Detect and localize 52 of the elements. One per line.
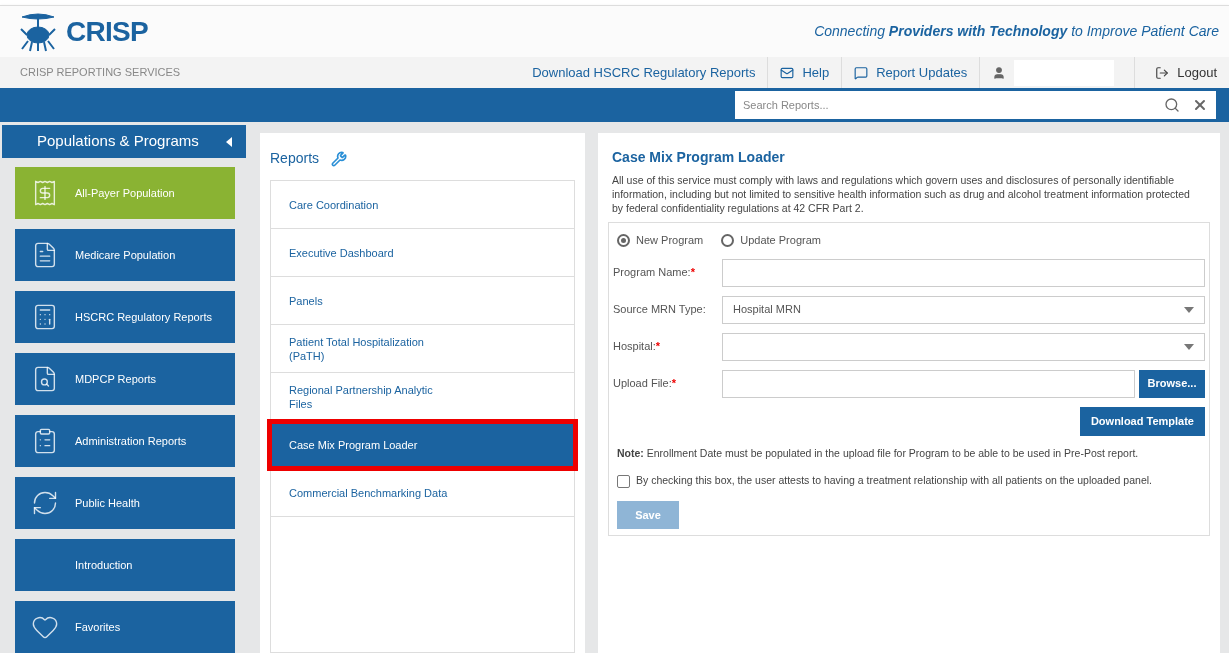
tagline: Connecting Providers with Technology to Improve Patient Care [814,22,1219,41]
user-icon [992,65,1007,80]
logo-text: CRISP [66,14,149,49]
field-label: Upload File:* [613,376,677,392]
field-label: Source MRN Type: [613,302,707,318]
sidebar-item[interactable]: Administration Reports [15,415,235,467]
browse-button[interactable]: Browse... [1139,369,1205,398]
file-field[interactable] [722,369,1135,398]
text-field[interactable] [722,258,1205,287]
sidebar-item[interactable]: Public Health [15,477,235,529]
report-item[interactable]: Case Mix Program Loader [269,421,576,469]
collapse-icon[interactable] [226,136,232,147]
radio-button[interactable] [617,233,630,247]
sidebar-item[interactable]: Medicare Population [15,229,235,281]
report-item[interactable]: Care Coordination [271,181,574,229]
mail-icon [780,65,795,80]
notice-text: All use of this service must comply with laws and regulations which govern uses and disclosures of personally identifiable information, including but not limited to sensitive health information such as drug and alcohol treatment information protected by federal confidentiality regulations at 42 CFR Part 2. [611,173,1191,215]
dropdown-field[interactable] [722,332,1205,361]
chat-icon [854,65,869,80]
search-field[interactable]: Search Reports... [743,96,1152,114]
dropdown-field[interactable]: Hospital MRN [722,295,1205,324]
report-item[interactable]: Commercial Benchmarking Data [271,469,574,517]
field-label: Hospital:* [613,339,662,355]
nav-link[interactable]: Download HSCRC Regulatory Reports [520,57,768,88]
search-bar[interactable]: Search Reports... [735,91,1216,119]
checkbox[interactable] [617,474,630,488]
attest-label: By checking this box, the user attests to having a treatment relationship with all patients on the uploaded panel. [636,473,1152,489]
caret-icon [1184,343,1194,350]
sidebar-title: Populations & Programs [37,131,199,152]
report-item[interactable]: Patient Total Hospitalization (PaTH) [271,325,574,373]
note-text: Note: Enrollment Date must be populated in the upload file for Program to be able to be used in Pre-Post report. [616,445,1140,461]
radio-option[interactable]: Update Program [721,232,821,249]
close-icon[interactable] [1192,97,1208,113]
caret-icon [1184,306,1194,313]
radio-option[interactable]: New Program [617,232,704,249]
reports-title: Reports [270,149,320,168]
field-label: Program Name:* [613,265,696,281]
sidebar-item[interactable]: MDPCP Reports [15,353,235,405]
section-title: CRISP REPORTING SERVICES [20,65,181,81]
form-title: Case Mix Program Loader [611,148,786,167]
refresh-document-icon [31,489,59,517]
sidebar-item[interactable]: Favorites [15,601,235,653]
search-icon[interactable] [1164,97,1180,113]
logo-icon [18,10,58,53]
report-item[interactable]: Panels [271,277,574,325]
sidebar-item[interactable]: HSCRC Regulatory Reports [15,291,235,343]
sidebar-item[interactable]: Introduction [15,539,235,591]
download-template-button[interactable]: Download Template [1079,406,1205,436]
report-item[interactable]: Executive Dashboard [271,229,574,277]
logout-icon [1155,65,1170,80]
tools-icon [331,150,348,167]
radio-button[interactable] [721,233,735,247]
